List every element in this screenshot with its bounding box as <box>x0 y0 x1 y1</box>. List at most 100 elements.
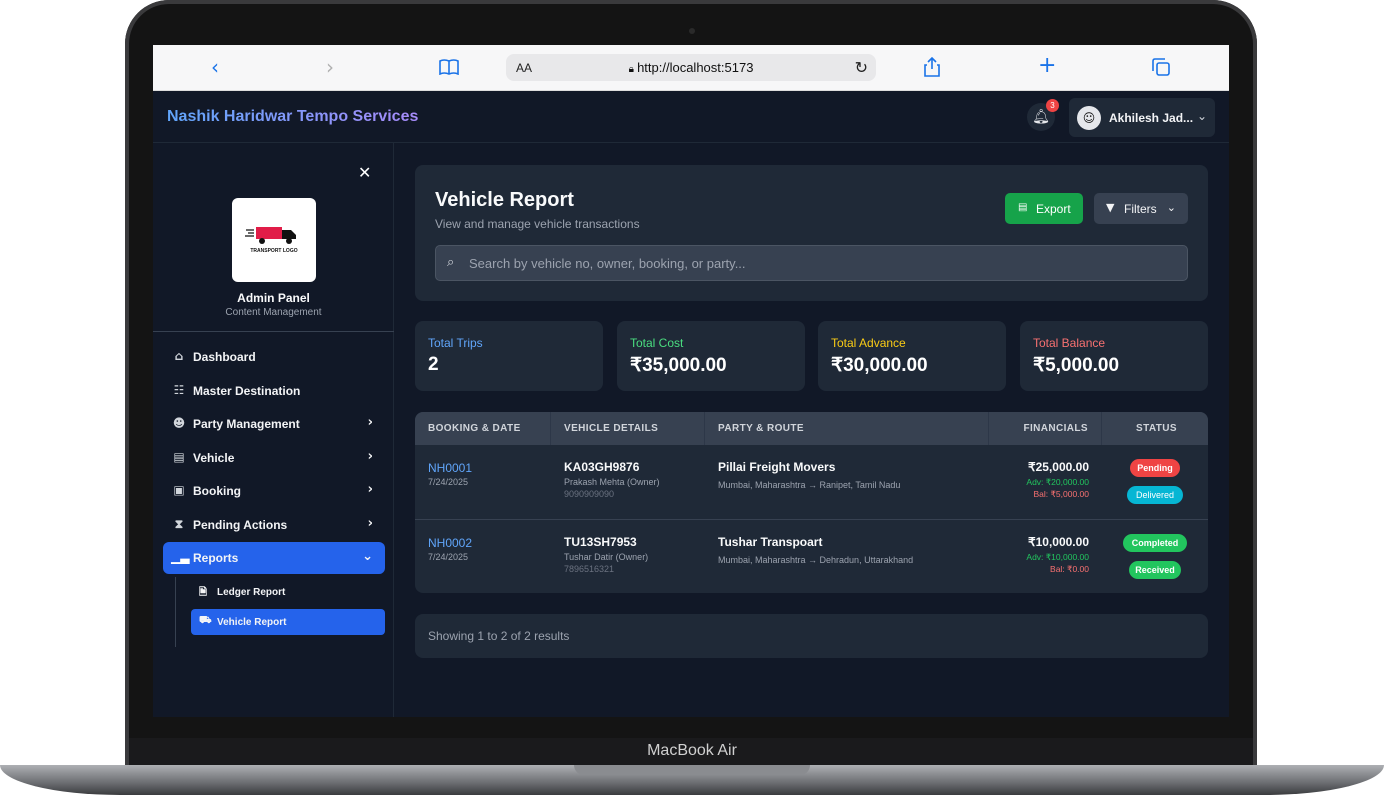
financial-total: ₹25,000.00 <box>1027 460 1089 474</box>
booking-link[interactable]: NH0001 <box>428 461 472 475</box>
owner-phone: 9090909090 <box>564 489 615 499</box>
lock-icon: 🔒︎ <box>628 64 638 75</box>
chevron-down-icon: ⌄ <box>1196 109 1207 123</box>
chevron-right-icon: › <box>367 516 373 531</box>
sidebar-item-label: Pending Actions <box>193 518 288 532</box>
column-header-status[interactable]: STATUS <box>1136 423 1177 434</box>
filters-button[interactable]: ▼ Filters ⌄ <box>1094 193 1188 224</box>
book-icon: ▣ <box>173 483 185 497</box>
status-badge-pending: Pending <box>1130 459 1180 477</box>
party-name: Tushar Transpoart <box>718 535 823 549</box>
financial-advance: Adv: ₹20,000.00 <box>1026 477 1089 487</box>
chevron-right-icon: › <box>367 482 373 497</box>
sidebar-subitem-ledger-report[interactable]: 🗎︎ Ledger Report <box>191 579 385 605</box>
laptop-notch <box>574 765 810 775</box>
search-input[interactable] <box>469 246 1169 280</box>
column-header-booking[interactable]: BOOKING & DATE <box>428 423 521 434</box>
sidebar-item-reports[interactable]: ▁▃ Reports ⌄ <box>163 542 385 574</box>
sidebar-divider <box>153 331 394 332</box>
sidebar-item-master-destination[interactable]: ☷ Master Destination <box>163 375 385 407</box>
column-header-party[interactable]: PARTY & ROUTE <box>718 423 804 434</box>
stat-card-total-trips: Total Trips 2 <box>415 321 603 391</box>
company-logo: TRANSPORT LOGO <box>232 198 316 282</box>
panel-subtitle: Content Management <box>225 307 322 318</box>
party-name: Pillai Freight Movers <box>718 460 836 474</box>
results-summary: Showing 1 to 2 of 2 results <box>428 629 570 643</box>
search-field: ⌕ <box>435 245 1188 281</box>
sitemap-icon: ☷ <box>173 383 185 397</box>
stat-card-total-balance: Total Balance ₹5,000.00 <box>1020 321 1208 391</box>
column-header-vehicle[interactable]: VEHICLE DETAILS <box>564 423 658 434</box>
screen: ‹ › AA 🔒︎ http://localhost:5173 ↻ + Nash… <box>153 45 1229 717</box>
chevron-down-icon: ⌄ <box>362 549 373 564</box>
sidebar-item-dashboard[interactable]: ⌂ Dashboard <box>163 341 385 373</box>
address-bar[interactable]: AA 🔒︎ http://localhost:5173 ↻ <box>506 54 876 81</box>
close-icon[interactable]: ✕ <box>358 163 371 182</box>
stat-label: Total Trips <box>428 336 483 350</box>
sidebar-item-label: Master Destination <box>193 384 301 398</box>
column-header-financials[interactable]: FINANCIALS <box>1023 423 1088 434</box>
sidebar: ✕ TRANSPORT LOGO Admin Panel Content Man… <box>153 143 394 717</box>
new-tab-icon[interactable]: + <box>1038 55 1056 77</box>
export-button[interactable]: ▤ Export <box>1005 193 1083 224</box>
status-badge-completed: Completed <box>1123 534 1187 552</box>
back-icon[interactable]: ‹ <box>211 57 219 77</box>
sidebar-item-pending-actions[interactable]: ⧗ Pending Actions › <box>163 509 385 541</box>
sidebar-item-booking[interactable]: ▣ Booking › <box>163 475 385 507</box>
user-check-icon: ☻ <box>172 416 186 430</box>
stat-value: ₹30,000.00 <box>831 355 928 376</box>
sidebar-item-party-management[interactable]: ☻ Party Management › <box>163 408 385 440</box>
filters-label: Filters <box>1124 202 1157 216</box>
panel-title: Admin Panel <box>237 291 310 305</box>
stat-label: Total Cost <box>630 336 684 350</box>
sidebar-subitem-vehicle-report[interactable]: ⛟ Vehicle Report <box>191 609 385 635</box>
avatar: ☺ <box>1077 106 1101 130</box>
report-header-card: Vehicle Report View and manage vehicle t… <box>415 165 1208 301</box>
reload-icon[interactable]: ↻ <box>855 58 868 77</box>
chevron-right-icon: › <box>367 449 373 464</box>
notification-bell-icon[interactable]: 🔔︎ 3 <box>1027 99 1059 131</box>
page-subtitle: View and manage vehicle transactions <box>435 217 640 231</box>
column-divider <box>704 412 705 445</box>
excel-file-icon: ▤ <box>1018 202 1028 213</box>
financial-balance: Bal: ₹0.00 <box>1050 564 1089 574</box>
home-icon: ⌂ <box>174 349 184 363</box>
column-divider <box>988 412 989 445</box>
truck-icon: ⛟ <box>199 615 212 626</box>
sidebar-item-vehicle[interactable]: ▤ Vehicle › <box>163 442 385 474</box>
camera-icon <box>689 28 695 34</box>
booking-link[interactable]: NH0002 <box>428 536 472 550</box>
file-icon: 🗎︎ <box>199 587 208 598</box>
device-label: MacBook Air <box>647 742 737 759</box>
app-header: Nashik Haridwar Tempo Services 🔔︎ 3 ☺ Ak… <box>153 91 1229 143</box>
sidebar-subitem-label: Ledger Report <box>217 587 286 598</box>
sidebar-item-label: Booking <box>193 484 241 498</box>
stat-card-total-advance: Total Advance ₹30,000.00 <box>818 321 1006 391</box>
column-divider <box>1101 412 1102 445</box>
party-route: Mumbai, Maharashtra → Dehradun, Uttarakh… <box>718 555 914 565</box>
hourglass-icon: ⧗ <box>174 517 184 531</box>
stat-label: Total Advance <box>831 336 906 350</box>
table-header: BOOKING & DATE VEHICLE DETAILS PARTY & R… <box>415 412 1208 445</box>
sidebar-item-label: Dashboard <box>193 350 256 364</box>
booking-date: 7/24/2025 <box>428 552 469 562</box>
forward-icon[interactable]: › <box>326 57 334 77</box>
pagination-footer: Showing 1 to 2 of 2 results <box>415 614 1208 658</box>
financial-advance: Adv: ₹10,000.00 <box>1026 552 1089 562</box>
status-badge-received: Received <box>1129 561 1181 579</box>
status-badge-delivered: Delivered <box>1127 486 1183 504</box>
table-row[interactable]: NH0002 7/24/2025 TU13SH7953 Tushar Datir… <box>415 519 1208 593</box>
sidebar-item-label: Vehicle <box>193 451 235 465</box>
party-route: Mumbai, Maharashtra → Ranipet, Tamil Nad… <box>718 480 901 490</box>
tabs-icon[interactable] <box>1152 58 1170 79</box>
bookmarks-icon[interactable] <box>439 58 459 78</box>
vehicle-owner: Tushar Datir (Owner) <box>564 552 649 562</box>
vehicle-number: TU13SH7953 <box>564 535 637 549</box>
page-title: Vehicle Report <box>435 189 574 211</box>
share-icon[interactable] <box>923 56 941 80</box>
table-row[interactable]: NH0001 7/24/2025 KA03GH9876 Prakash Meht… <box>415 445 1208 519</box>
user-menu-button[interactable]: ☺ Akhilesh Jad... ⌄ <box>1069 98 1215 137</box>
sidebar-item-label: Reports <box>193 551 239 565</box>
financial-total: ₹10,000.00 <box>1027 535 1089 549</box>
vehicle-owner: Prakash Mehta (Owner) <box>564 477 660 487</box>
